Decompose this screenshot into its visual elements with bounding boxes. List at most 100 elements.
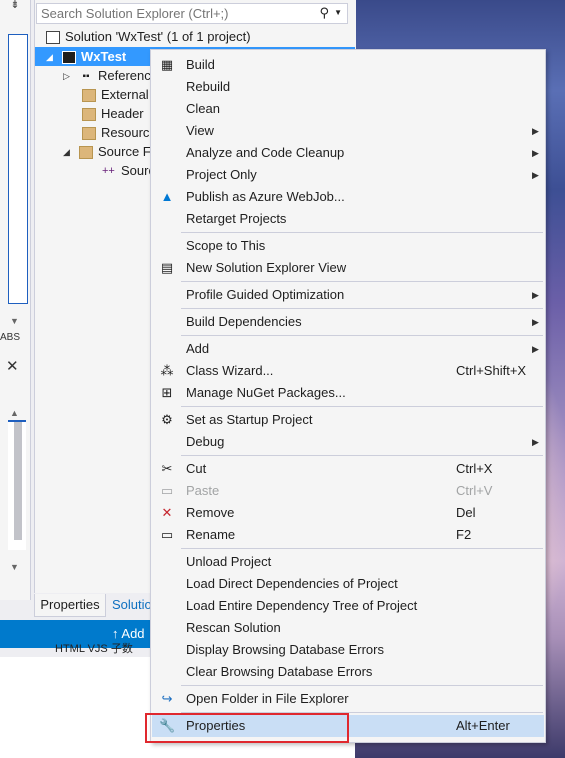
menu-item-class-wizard[interactable]: ⁂ Class Wizard... Ctrl+Shift+X: [152, 360, 544, 382]
folder-icon: [82, 89, 96, 103]
menu-item-label: Class Wizard...: [186, 363, 274, 378]
menu-item-debug[interactable]: Debug ▶: [152, 431, 544, 453]
menu-item-label: Unload Project: [186, 554, 272, 569]
submenu-arrow-icon: ▶: [532, 437, 539, 447]
search-input[interactable]: [37, 4, 315, 23]
scrollbar-thumb[interactable]: [14, 420, 22, 540]
menu-item-label: Rescan Solution: [186, 620, 281, 635]
panel-divider: [8, 420, 26, 422]
tree-item-source-file[interactable]: ++ Sourc: [102, 161, 155, 180]
menu-item-build[interactable]: ▦ Build: [152, 54, 544, 76]
menu-item-label: Clear Browsing Database Errors: [186, 664, 373, 679]
scissors-icon: ✂: [161, 461, 173, 476]
menu-item-manage-nuget[interactable]: ⊞ Manage NuGet Packages...: [152, 382, 544, 404]
menu-item-label: Manage NuGet Packages...: [186, 385, 346, 400]
tree-item-references[interactable]: ▷ ▪▪ Referenc: [63, 66, 151, 85]
menu-item-retarget-projects[interactable]: Retarget Projects: [152, 208, 544, 230]
close-icon[interactable]: ✕: [6, 357, 19, 375]
scroll-down-icon[interactable]: ▼: [10, 562, 19, 572]
folder-open-icon: [79, 146, 93, 160]
menu-item-label: Project Only: [186, 167, 257, 182]
menu-item-add[interactable]: Add ▶: [152, 338, 544, 360]
gear-icon: ⚙: [161, 412, 173, 427]
menu-item-label: Cut: [186, 461, 207, 476]
side-panel-scroll-area: [8, 420, 26, 550]
collapse-icon[interactable]: ◢: [63, 143, 73, 162]
tab-solution-explorer[interactable]: Solutio: [112, 594, 152, 616]
tree-item-project[interactable]: ◢ WxTest: [46, 47, 126, 66]
menu-separator: [181, 232, 543, 233]
menu-item-label: Analyze and Code Cleanup: [186, 145, 345, 160]
submenu-arrow-icon: ▶: [532, 290, 539, 300]
search-icon[interactable]: ⚲: [319, 5, 329, 21]
tree-item-external[interactable]: External: [82, 85, 149, 104]
menu-item-load-entire-dependency-tree[interactable]: Load Entire Dependency Tree of Project: [152, 595, 544, 617]
menu-item-shortcut: Ctrl+V: [456, 483, 493, 498]
tree-item-label: Solution 'WxTest' (1 of 1 project): [65, 29, 251, 44]
class-wizard-icon: ⁂: [160, 363, 174, 378]
menu-item-profile-guided-optimization[interactable]: Profile Guided Optimization ▶: [152, 284, 544, 306]
solution-icon: [46, 31, 60, 45]
menu-item-label: Publish as Azure WebJob...: [186, 189, 345, 204]
menu-separator: [181, 406, 543, 407]
tree-item-resource[interactable]: Resourc: [82, 123, 149, 142]
menu-item-cut[interactable]: ✂ Cut Ctrl+X: [152, 458, 544, 480]
remove-icon: ✕: [161, 505, 173, 520]
add-to-source-control-button[interactable]: ↑ Add: [112, 626, 145, 641]
menu-item-load-direct-dependencies[interactable]: Load Direct Dependencies of Project: [152, 573, 544, 595]
side-tab-label: ABS: [0, 332, 21, 343]
menu-item-label: Debug: [186, 434, 225, 449]
menu-item-label: View: [186, 123, 214, 138]
tree-item-label: External: [101, 87, 149, 102]
menu-separator: [181, 308, 543, 309]
menu-item-remove[interactable]: ✕ Remove Del: [152, 502, 544, 524]
expand-icon[interactable]: ▷: [63, 67, 73, 86]
menu-item-label: Display Browsing Database Errors: [186, 642, 384, 657]
tree-item-source[interactable]: ◢ Source F: [63, 142, 151, 161]
menu-separator: [181, 281, 543, 282]
menu-item-display-browsing-db-errors[interactable]: Display Browsing Database Errors: [152, 639, 544, 661]
scroll-down-icon[interactable]: ▼: [10, 316, 19, 326]
menu-item-label: Clean: [186, 101, 220, 116]
menu-item-view[interactable]: View ▶: [152, 120, 544, 142]
menu-item-rebuild[interactable]: Rebuild: [152, 76, 544, 98]
menu-item-build-dependencies[interactable]: Build Dependencies ▶: [152, 311, 544, 333]
submenu-arrow-icon: ▶: [532, 170, 539, 180]
menu-item-rescan-solution[interactable]: Rescan Solution: [152, 617, 544, 639]
azure-icon: ▲: [160, 189, 174, 204]
tree-item-solution[interactable]: Solution 'WxTest' (1 of 1 project): [46, 27, 251, 46]
menu-item-rename[interactable]: ▭ Rename F2: [152, 524, 544, 546]
menu-separator: [181, 455, 543, 456]
tab-properties[interactable]: Properties: [34, 594, 106, 617]
search-box[interactable]: ⚲ ▼: [36, 3, 348, 24]
chevron-down-icon[interactable]: ▼: [334, 8, 342, 17]
menu-item-label: Profile Guided Optimization: [186, 287, 345, 302]
menu-item-unload-project[interactable]: Unload Project: [152, 551, 544, 573]
menu-item-label: Load Direct Dependencies of Project: [186, 576, 398, 591]
menu-item-label: New Solution Explorer View: [186, 260, 347, 275]
scroll-up-icon[interactable]: ▲: [10, 408, 19, 418]
menu-separator: [181, 548, 543, 549]
menu-item-open-folder[interactable]: ↪ Open Folder in File Explorer: [152, 688, 544, 710]
collapse-icon[interactable]: ◢: [46, 48, 56, 67]
submenu-arrow-icon: ▶: [532, 126, 539, 136]
menu-item-label: Set as Startup Project: [186, 412, 313, 427]
build-icon: ▦: [160, 57, 174, 72]
menu-item-clean[interactable]: Clean: [152, 98, 544, 120]
folder-icon: [82, 108, 96, 122]
menu-item-new-solution-explorer-view[interactable]: ▤ New Solution Explorer View: [152, 257, 544, 279]
menu-item-label: Load Entire Dependency Tree of Project: [186, 598, 418, 613]
menu-item-project-only[interactable]: Project Only ▶: [152, 164, 544, 186]
menu-item-set-startup-project[interactable]: ⚙ Set as Startup Project: [152, 409, 544, 431]
menu-item-publish-azure-webjob[interactable]: ▲ Publish as Azure WebJob...: [152, 186, 544, 208]
menu-item-scope-to-this[interactable]: Scope to This: [152, 235, 544, 257]
rename-icon: ▭: [160, 527, 174, 542]
references-icon: ▪▪: [82, 71, 90, 83]
new-view-icon: ▤: [160, 260, 174, 275]
menu-item-label: Remove: [186, 505, 235, 520]
menu-item-analyze-code-cleanup[interactable]: Analyze and Code Cleanup ▶: [152, 142, 544, 164]
menu-item-clear-browsing-db-errors[interactable]: Clear Browsing Database Errors: [152, 661, 544, 683]
pin-icon[interactable]: ⇟: [6, 0, 24, 12]
menu-item-paste: ▭ Paste Ctrl+V: [152, 480, 544, 502]
tree-item-header[interactable]: Header: [82, 104, 144, 123]
